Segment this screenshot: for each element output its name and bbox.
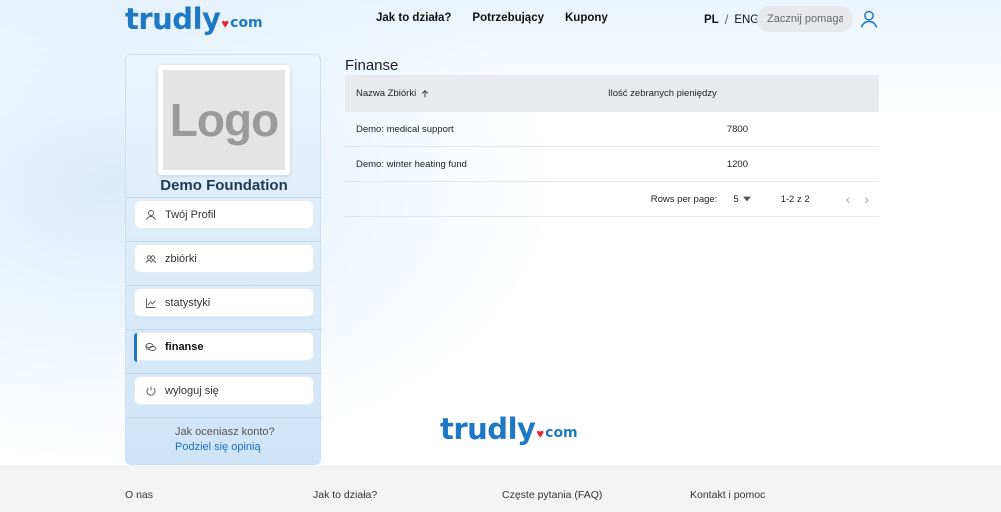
logo-com-text: com — [230, 15, 263, 31]
users-icon — [145, 254, 157, 263]
rows-per-page-select[interactable]: 5 — [733, 193, 751, 205]
cell-amount: 7800 — [726, 123, 748, 135]
table-row[interactable]: Demo: winter heating fund 1200 — [345, 147, 879, 182]
user-icon — [146, 209, 156, 220]
table-header: Nazwa Zbiórki Ilość zebranych pieniędzy — [345, 75, 879, 112]
column-header-name[interactable]: Nazwa Zbiórki — [345, 88, 598, 99]
power-icon — [146, 386, 156, 396]
lang-separator: / — [724, 12, 729, 27]
heart-icon: ♥ — [221, 16, 230, 31]
nav-coupons[interactable]: Kupony — [565, 12, 608, 24]
logo-com-text: com — [545, 425, 578, 441]
organization-logo: Logo — [158, 65, 290, 175]
nav-how-it-works[interactable]: Jak to działa? — [376, 12, 451, 24]
sidebar-item-label: zbiórki — [165, 252, 197, 265]
footer-link-contact[interactable]: Kontakt i pomoc — [690, 489, 765, 501]
sidebar-item-logout[interactable]: wyloguj się — [134, 376, 314, 405]
lang-eng[interactable]: ENG — [734, 14, 759, 26]
feedback-prompt: Jak oceniasz konto? Podziel się opinią — [175, 425, 275, 455]
page-title: Finanse — [345, 57, 399, 74]
cell-name: Demo: medical support — [356, 123, 454, 135]
nav-in-need[interactable]: Potrzebujący — [472, 12, 544, 24]
footer-link-faq[interactable]: Częste pytania (FAQ) — [502, 489, 602, 501]
footer-trudly-logo: trudly ♥ com — [440, 412, 578, 444]
user-account-icon[interactable] — [859, 9, 879, 29]
sidebar-item-fundraisers[interactable]: zbiórki — [134, 244, 314, 273]
sidebar-item-statistics[interactable]: statystyki — [134, 288, 314, 317]
main-nav: Jak to działa? Potrzebujący Kupony — [376, 12, 629, 24]
organization-name: Demo Foundation — [160, 177, 288, 194]
chevron-right-icon[interactable]: › — [864, 191, 869, 207]
pagination-range: 1-2 z 2 — [780, 193, 810, 205]
logo-placeholder-text: Logo — [169, 94, 279, 146]
caret-down-icon — [742, 196, 751, 202]
column-header-label: Nazwa Zbiórki — [356, 88, 417, 99]
footer: O nas Jak to działa? Częste pytania (FAQ… — [0, 465, 1001, 512]
sidebar-menu: Twój Profil zbiórki statystyki finanse w… — [134, 200, 314, 420]
heart-icon: ♥ — [536, 426, 545, 441]
footer-link-about[interactable]: O nas — [125, 489, 153, 501]
chart-icon — [146, 298, 156, 308]
feedback-link[interactable]: Podziel się opinią — [175, 440, 275, 455]
table-row[interactable]: Demo: medical support 7800 — [345, 112, 879, 147]
cell-name: Demo: winter heating fund — [356, 158, 467, 170]
finances-table: Nazwa Zbiórki Ilość zebranych pieniędzy … — [345, 75, 879, 217]
chevron-left-icon[interactable]: ‹ — [846, 191, 851, 207]
logo-main-text: trudly — [440, 412, 536, 446]
cell-amount: 1200 — [726, 158, 748, 170]
lang-pl[interactable]: PL — [704, 14, 719, 26]
language-switcher: PL / ENG — [704, 12, 759, 27]
column-header-amount[interactable]: Ilość zebranych pieniędzy — [598, 88, 717, 99]
logo-main-text: trudly — [125, 2, 221, 36]
footer-link-how-it-works[interactable]: Jak to działa? — [313, 489, 377, 501]
rows-per-page-value: 5 — [733, 193, 739, 205]
table-pagination: Rows per page: 5 1-2 z 2 ‹ › — [345, 182, 879, 217]
sidebar-item-label: Twój Profil — [165, 208, 216, 221]
rows-per-page-label: Rows per page: — [650, 193, 718, 205]
sidebar-item-label: finanse — [165, 340, 204, 353]
sidebar-item-profile[interactable]: Twój Profil — [134, 200, 314, 229]
coins-icon — [145, 342, 157, 351]
sidebar-item-finances[interactable]: finanse — [134, 332, 314, 362]
sidebar: Logo Demo Foundation Twój Profil zbiórki… — [125, 54, 322, 465]
trudly-logo[interactable]: trudly ♥ com — [125, 2, 263, 34]
sidebar-item-label: wyloguj się — [165, 384, 219, 397]
feedback-question: Jak oceniasz konto? — [175, 426, 275, 438]
divider — [126, 197, 322, 198]
sidebar-item-label: statystyki — [165, 296, 211, 309]
header: trudly ♥ com Jak to działa? Potrzebujący… — [0, 0, 1001, 40]
search-input[interactable] — [757, 6, 853, 32]
sort-arrow-up-icon — [421, 89, 429, 97]
